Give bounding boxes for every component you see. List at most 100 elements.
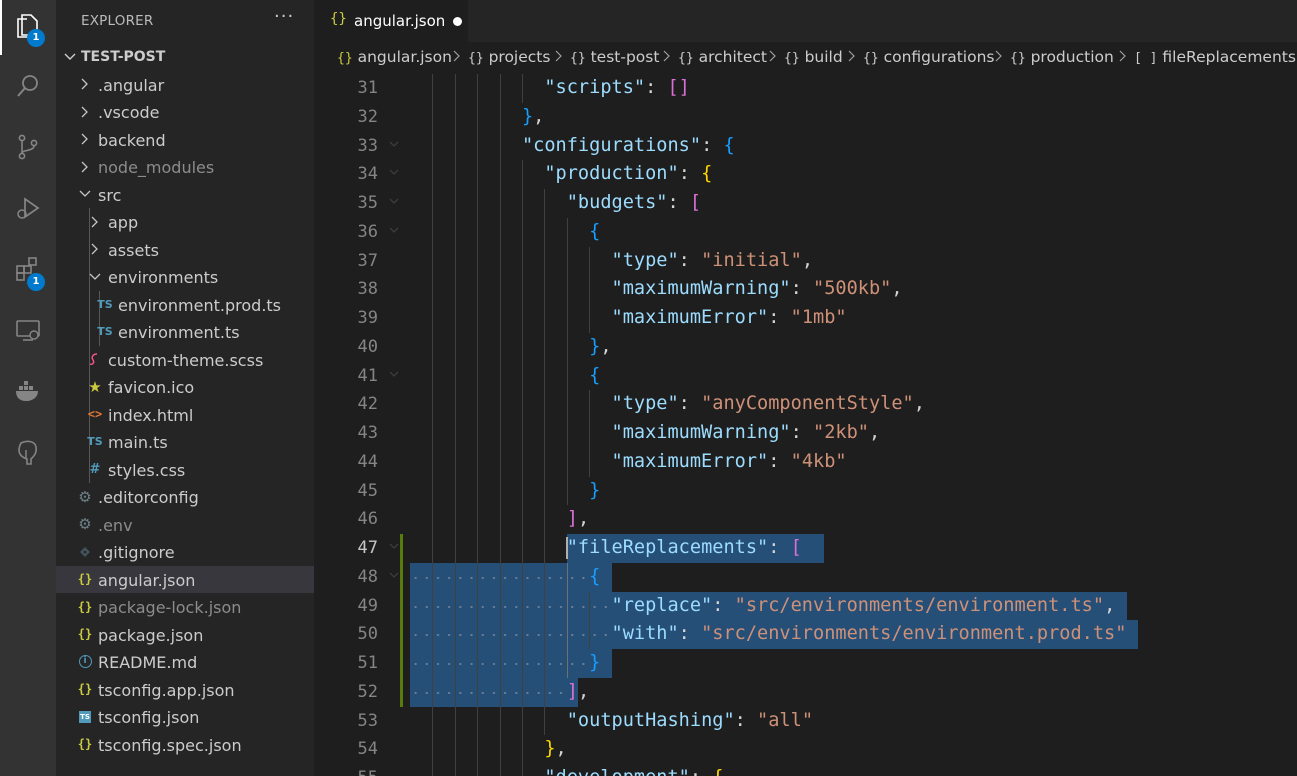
tree-folder-backend[interactable]: backend (56, 126, 314, 154)
tree-file-environment-prod-ts[interactable]: TS environment.prod.ts (56, 290, 314, 318)
line-number: 46 (357, 509, 378, 530)
fold-chevron-icon[interactable] (388, 138, 400, 153)
breadcrumb-item-configurations[interactable]: {} configurations (863, 48, 994, 66)
tree-file-angular-json[interactable]: {} angular.json (56, 565, 314, 593)
code-line[interactable]: 41 { (314, 361, 1297, 391)
code-line[interactable]: 46 ], (314, 505, 1297, 534)
activity-source-control-button[interactable] (0, 121, 56, 177)
activity-postgresql-button[interactable] (0, 426, 56, 482)
activity-remote-explorer-button[interactable] (0, 304, 56, 360)
breadcrumb-item-projects[interactable]: {} projects (468, 48, 550, 66)
fold-chevron-icon[interactable] (388, 166, 400, 181)
code-editor[interactable]: 31 "scripts": [] 32 }, 33 "configurations"… (314, 72, 1297, 776)
code-text: "maximumWarning": "2kb", (611, 422, 881, 443)
tree-file-env[interactable]: ⚙ .env (56, 511, 314, 539)
tree-folder-environments[interactable]: environments (56, 263, 314, 291)
breadcrumb-item-production[interactable]: {} production (1010, 48, 1114, 66)
tree-file-environment-ts[interactable]: TS environment.ts (56, 318, 314, 346)
code-line[interactable]: 36 { (314, 217, 1297, 247)
breadcrumb-item-angular-json[interactable]: {} angular.json (337, 48, 452, 66)
tree-folder-vscode[interactable]: .vscode (56, 98, 314, 126)
fold-chevron-icon[interactable] (388, 569, 400, 584)
tree-file-gitignore[interactable]: .gitignore (56, 538, 314, 566)
code-line[interactable]: 45 } (314, 476, 1297, 506)
code-line[interactable]: 34 "production": { (314, 160, 1297, 189)
array-symbol-icon: [ ] (1134, 51, 1158, 66)
tree-folder-node-modules[interactable]: node_modules (56, 153, 314, 181)
code-line[interactable]: 55 "development": { (314, 764, 1297, 776)
tree-file-tsconfig-json[interactable]: TS tsconfig.json (56, 703, 314, 731)
activity-run-debug-button[interactable] (0, 182, 56, 238)
breadcrumb-label: test-post (585, 48, 660, 66)
chevron-right-icon (75, 126, 95, 154)
tree-folder-angular[interactable]: .angular (56, 71, 314, 99)
tree-file-index-html[interactable]: <> index.html (56, 400, 314, 428)
tree-folder-assets[interactable]: assets (56, 235, 314, 263)
tree-item-label: environment.prod.ts (118, 295, 282, 315)
json-file-icon: {} (77, 682, 93, 697)
tree-file-tsconfig-app-json[interactable]: {} tsconfig.app.json (56, 676, 314, 704)
git-file-icon (75, 538, 95, 566)
tree-file-custom-theme-scss[interactable]: custom-theme.scss (56, 345, 314, 373)
fold-chevron-icon[interactable] (388, 224, 400, 239)
code-text: { (589, 364, 601, 386)
breadcrumb-item-test-post[interactable]: {} test-post (570, 48, 659, 66)
tree-file-main-ts[interactable]: TS main.ts (56, 428, 314, 456)
code-line[interactable]: 39 "maximumError": "1mb" (314, 304, 1297, 333)
breadcrumb-item-filereplacements[interactable]: [ ] fileReplacements (1134, 48, 1296, 66)
unsaved-changes-dot-icon[interactable] (453, 17, 462, 26)
code-line[interactable]: 43 "maximumWarning": "2kb", (314, 419, 1297, 448)
code-line[interactable]: 50 "with": "src/environments/environment… (314, 620, 1297, 649)
tree-file-package-json[interactable]: {} package.json (56, 621, 314, 649)
activity-search-button[interactable] (0, 60, 56, 116)
tree-file-tsconfig-spec-json[interactable]: {} tsconfig.spec.json (56, 731, 314, 759)
code-line[interactable]: 37 "type": "initial", (314, 246, 1297, 276)
tree-item-label: README.md (98, 653, 198, 672)
activity-files-button[interactable]: 1 (0, 0, 56, 55)
fold-chevron-icon[interactable] (388, 368, 400, 383)
breadcrumb-separator-icon (453, 49, 461, 67)
workspace-section-header[interactable]: TEST-POST (56, 44, 314, 70)
code-line[interactable]: 54 }, (314, 735, 1297, 764)
tab-angular-json[interactable]: {} angular.json (314, 0, 468, 42)
code-line[interactable]: 33 "configurations": { (314, 131, 1297, 161)
code-line[interactable]: 35 "budgets": [ (314, 189, 1297, 218)
line-number: 42 (357, 394, 378, 415)
code-line[interactable]: 44 "maximumError": "4kb" (314, 447, 1297, 477)
activity-docker-button[interactable] (0, 365, 56, 421)
tree-file-favicon-ico[interactable]: ★ favicon.ico (56, 373, 314, 401)
tree-file-editorconfig[interactable]: ⚙ .editorconfig (56, 483, 314, 511)
postgresql-icon (13, 437, 43, 471)
breadcrumb-item-build[interactable]: {} build (784, 48, 843, 66)
json-file-icon: {} (77, 572, 93, 587)
activity-extensions-button[interactable]: 1 (0, 243, 56, 299)
typescript-file-icon: TS (97, 297, 113, 311)
code-line[interactable]: 52 ], (314, 677, 1297, 707)
tree-file-readme-md[interactable]: i README.md (56, 648, 314, 676)
tree-folder-src[interactable]: src (56, 181, 314, 209)
breadcrumb-item-architect[interactable]: {} architect (678, 48, 767, 66)
tree-folder-app[interactable]: app (56, 208, 314, 236)
tree-file-styles-css[interactable]: # styles.css (56, 455, 314, 483)
more-actions-icon[interactable]: ··· (274, 6, 294, 27)
code-line[interactable]: 38 "maximumWarning": "500kb", (314, 275, 1297, 304)
code-line[interactable]: 49 "replace": "src/environments/environm… (314, 591, 1297, 621)
tree-item-label: assets (108, 240, 159, 260)
code-line[interactable]: 32 }, (314, 102, 1297, 132)
code-line[interactable]: 51 } (314, 649, 1297, 678)
breadcrumb: {} angular.json{} projects{} test-post{}… (314, 42, 1297, 72)
code-line[interactable]: 48 { (314, 562, 1297, 592)
object-symbol-icon: {} (1010, 51, 1026, 66)
chevron-right-icon (75, 153, 95, 181)
tree-item-label: .vscode (98, 103, 160, 122)
fold-chevron-icon[interactable] (388, 195, 400, 210)
tree-file-package-lock-json[interactable]: {} package-lock.json (56, 593, 314, 621)
code-line[interactable]: 42 "type": "anyComponentStyle", (314, 390, 1297, 419)
tree-item-label: .angular (98, 75, 165, 95)
code-line[interactable]: 40 }, (314, 332, 1297, 362)
code-line[interactable]: 53 "outputHashing": "all" (314, 706, 1297, 736)
docker-icon (13, 376, 43, 410)
code-line[interactable]: 31 "scripts": [] (314, 74, 1297, 103)
code-line[interactable]: 47 "fileReplacements": [ (314, 534, 1297, 563)
fold-chevron-icon[interactable] (388, 540, 400, 555)
